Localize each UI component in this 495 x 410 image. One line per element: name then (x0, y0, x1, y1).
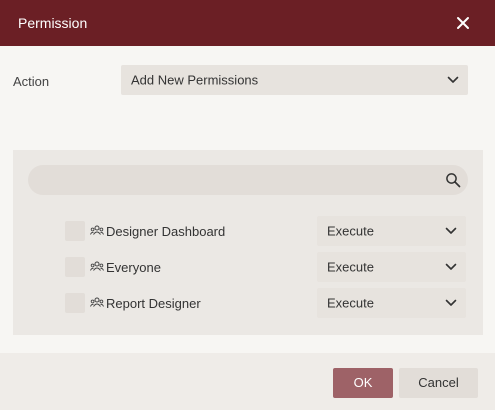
chevron-down-icon (445, 263, 457, 270)
permission-dialog: Permission Action Add New Permissions De… (0, 0, 495, 410)
action-select-value: Add New Permissions (131, 72, 259, 88)
permission-checkbox[interactable] (65, 293, 85, 313)
chevron-down-icon (445, 299, 457, 306)
permission-level-select[interactable]: Execute (317, 252, 466, 282)
permission-checkbox[interactable] (65, 257, 85, 277)
group-icon (90, 225, 104, 235)
permission-level-select[interactable]: Execute (317, 288, 466, 318)
permission-level-value: Execute (327, 295, 374, 311)
chevron-down-icon (447, 76, 459, 83)
permission-checkbox[interactable] (65, 221, 85, 241)
permission-row: Everyone Execute (13, 252, 483, 282)
permissions-panel: Designer Dashboard Execute Everyone Exec… (13, 150, 483, 335)
dialog-footer: OK Cancel (0, 353, 495, 410)
dialog-title: Permission (18, 15, 88, 31)
search-box (28, 165, 468, 195)
cancel-button[interactable]: Cancel (399, 368, 478, 398)
permission-name: Designer Dashboard (106, 224, 226, 239)
chevron-down-icon (445, 227, 457, 234)
permission-name: Everyone (106, 260, 161, 275)
dialog-titlebar: Permission (0, 0, 495, 46)
ok-button[interactable]: OK (333, 368, 393, 398)
permission-level-value: Execute (327, 259, 374, 275)
close-icon[interactable] (453, 13, 473, 33)
action-select[interactable]: Add New Permissions (121, 65, 468, 95)
group-icon (90, 297, 104, 307)
permission-row: Report Designer Execute (13, 288, 483, 318)
action-label: Action (13, 74, 50, 89)
permission-row: Designer Dashboard Execute (13, 216, 483, 246)
permission-level-select[interactable]: Execute (317, 216, 466, 246)
search-input[interactable] (40, 170, 430, 190)
permission-level-value: Execute (327, 223, 374, 239)
search-icon[interactable] (445, 172, 461, 188)
group-icon (90, 261, 104, 271)
permission-name: Report Designer (106, 296, 201, 311)
